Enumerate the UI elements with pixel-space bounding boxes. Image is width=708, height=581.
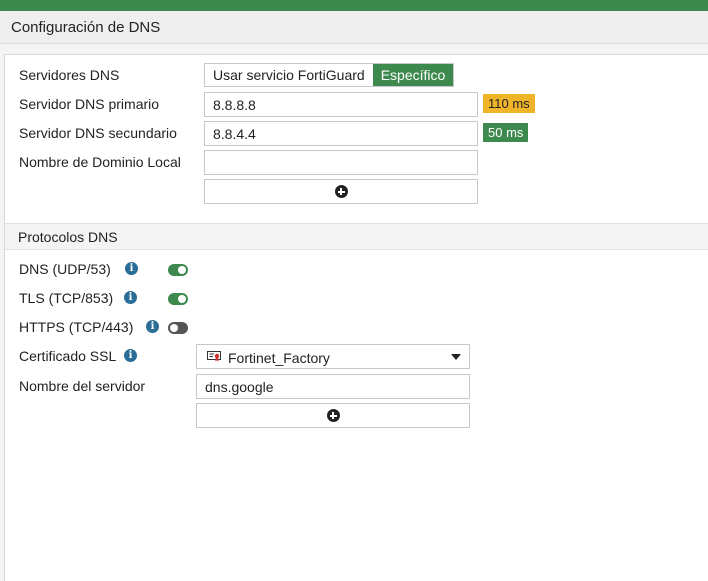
info-icon[interactable]: i [124, 291, 137, 304]
plus-circle-icon [326, 409, 340, 422]
protocols-section-header: Protocolos DNS [5, 223, 708, 250]
info-icon[interactable]: i [146, 320, 159, 333]
primary-dns-label: Servidor DNS primario [19, 96, 160, 112]
toggle-knob [178, 295, 186, 303]
secondary-dns-input[interactable]: 8.8.4.4 [204, 121, 478, 146]
plus-circle-icon [334, 185, 348, 198]
ssl-cert-select[interactable]: Fortinet_Factory [196, 344, 470, 369]
toggle-knob [178, 266, 186, 274]
info-icon[interactable]: i [124, 349, 137, 362]
add-server-name-button[interactable] [196, 403, 470, 428]
server-name-input[interactable]: dns.google [196, 374, 470, 399]
dns-servers-label: Servidores DNS [19, 67, 120, 83]
secondary-dns-label: Servidor DNS secundario [19, 125, 177, 141]
protocol-udp-label: DNS (UDP/53) [19, 261, 111, 277]
protocol-tls-label: TLS (TCP/853) [19, 290, 114, 306]
top-accent-bar [0, 0, 708, 11]
ssl-cert-value: Fortinet_Factory [228, 350, 330, 366]
protocol-udp-toggle[interactable] [168, 264, 188, 276]
server-name-label: Nombre del servidor [19, 378, 146, 394]
certificate-icon [207, 351, 221, 362]
dns-servers-toggle: Usar servicio FortiGuard Específico [204, 63, 455, 87]
protocol-tls-toggle[interactable] [168, 293, 188, 305]
local-domain-label: Nombre de Dominio Local [19, 154, 181, 170]
caret-down-icon [451, 354, 461, 360]
protocol-https-label: HTTPS (TCP/443) [19, 319, 134, 335]
toggle-knob [170, 324, 178, 332]
fortiguard-option[interactable]: Usar servicio FortiGuard [205, 64, 373, 86]
primary-latency-badge: 110 ms [483, 94, 535, 113]
primary-dns-input[interactable]: 8.8.8.8 [204, 92, 478, 117]
ssl-cert-label: Certificado SSL [19, 348, 117, 364]
info-icon[interactable]: i [125, 262, 138, 275]
specific-option[interactable]: Específico [372, 64, 454, 86]
page-title: Configuración de DNS [11, 19, 161, 36]
local-domain-input[interactable] [204, 150, 478, 175]
add-domain-button[interactable] [204, 179, 478, 204]
secondary-latency-badge: 50 ms [483, 123, 529, 142]
protocol-https-toggle[interactable] [168, 322, 188, 334]
protocols-section-title: Protocolos DNS [18, 229, 118, 245]
page-header: Configuración de DNS [0, 11, 708, 44]
